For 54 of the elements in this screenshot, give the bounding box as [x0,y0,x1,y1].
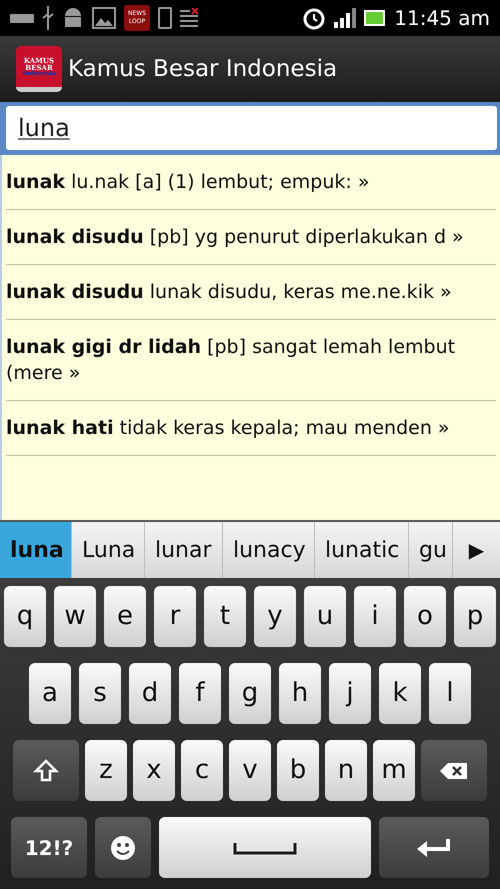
list-icon [180,8,198,28]
result-item[interactable]: lunak gigi dr lidah [pb] sangat lemah lembut (mere » [6,320,496,401]
keyboard-icon [10,11,34,25]
keyboard-key[interactable]: u [304,586,346,647]
space-bar-icon [233,840,297,854]
keyboard-key[interactable]: l [429,663,471,724]
keyboard-key[interactable]: n [325,740,367,801]
signal-icon [334,8,356,28]
keyboard-key[interactable]: s [79,663,121,724]
keyboard-key[interactable]: q [4,586,46,647]
keyboard-key[interactable]: x [133,740,175,801]
symbols-key[interactable]: 12!? [11,817,87,878]
keyboard-key[interactable]: c [181,740,223,801]
keyboard-key[interactable]: o [404,586,446,647]
app-title: Kamus Besar Indonesia [68,54,338,84]
keyboard-key[interactable]: p [454,586,496,647]
keyboard-key[interactable]: b [277,740,319,801]
keyboard-key[interactable]: v [229,740,271,801]
shift-arrow-icon [33,758,59,784]
keyboard-key[interactable]: i [354,586,396,647]
keyboard-key[interactable]: k [379,663,421,724]
space-key[interactable] [159,817,371,878]
result-item[interactable]: lunak hati tidak keras kepala; mau menden » [6,401,496,456]
emoji-key[interactable] [95,817,151,878]
keyboard-key[interactable]: y [254,586,296,647]
keyboard-key[interactable]: j [329,663,371,724]
keyboard-key[interactable]: h [279,663,321,724]
keyboard-key[interactable]: z [85,740,127,801]
battery-icon [364,10,386,26]
enter-key[interactable] [379,817,489,878]
alarm-icon [302,6,326,30]
smiley-icon [109,834,137,862]
keyboard-key[interactable]: g [229,663,271,724]
backspace-key[interactable] [421,740,487,801]
status-time: 11:45 am [394,5,490,32]
search-field[interactable]: luna [6,106,497,150]
phone-icon [158,7,172,29]
result-item[interactable]: lunak lu.nak [a] (1) lembut; empuk: » [6,155,496,210]
backspace-icon [439,760,469,780]
keyboard-key[interactable]: r [154,586,196,647]
keyboard-key[interactable]: e [104,586,146,647]
result-item[interactable]: lunak disudu lunak disudu, keras me.ne.kik » [6,265,496,320]
more-suggestions-button[interactable]: ▶ [453,522,500,578]
keyboard-key[interactable]: a [29,663,71,724]
keyboard-key[interactable]: d [129,663,171,724]
keyboard-key[interactable]: t [204,586,246,647]
suggestion-item[interactable]: luna [0,522,72,578]
image-icon [92,7,116,29]
result-item[interactable]: lunak disudu [pb] yg penurut diperlakukan d » [6,210,496,265]
keyboard-key[interactable]: f [179,663,221,724]
shift-key[interactable] [13,740,79,801]
enter-arrow-icon [416,836,452,858]
keyboard-key[interactable]: w [54,586,96,647]
keyboard-key[interactable]: m [373,740,415,801]
